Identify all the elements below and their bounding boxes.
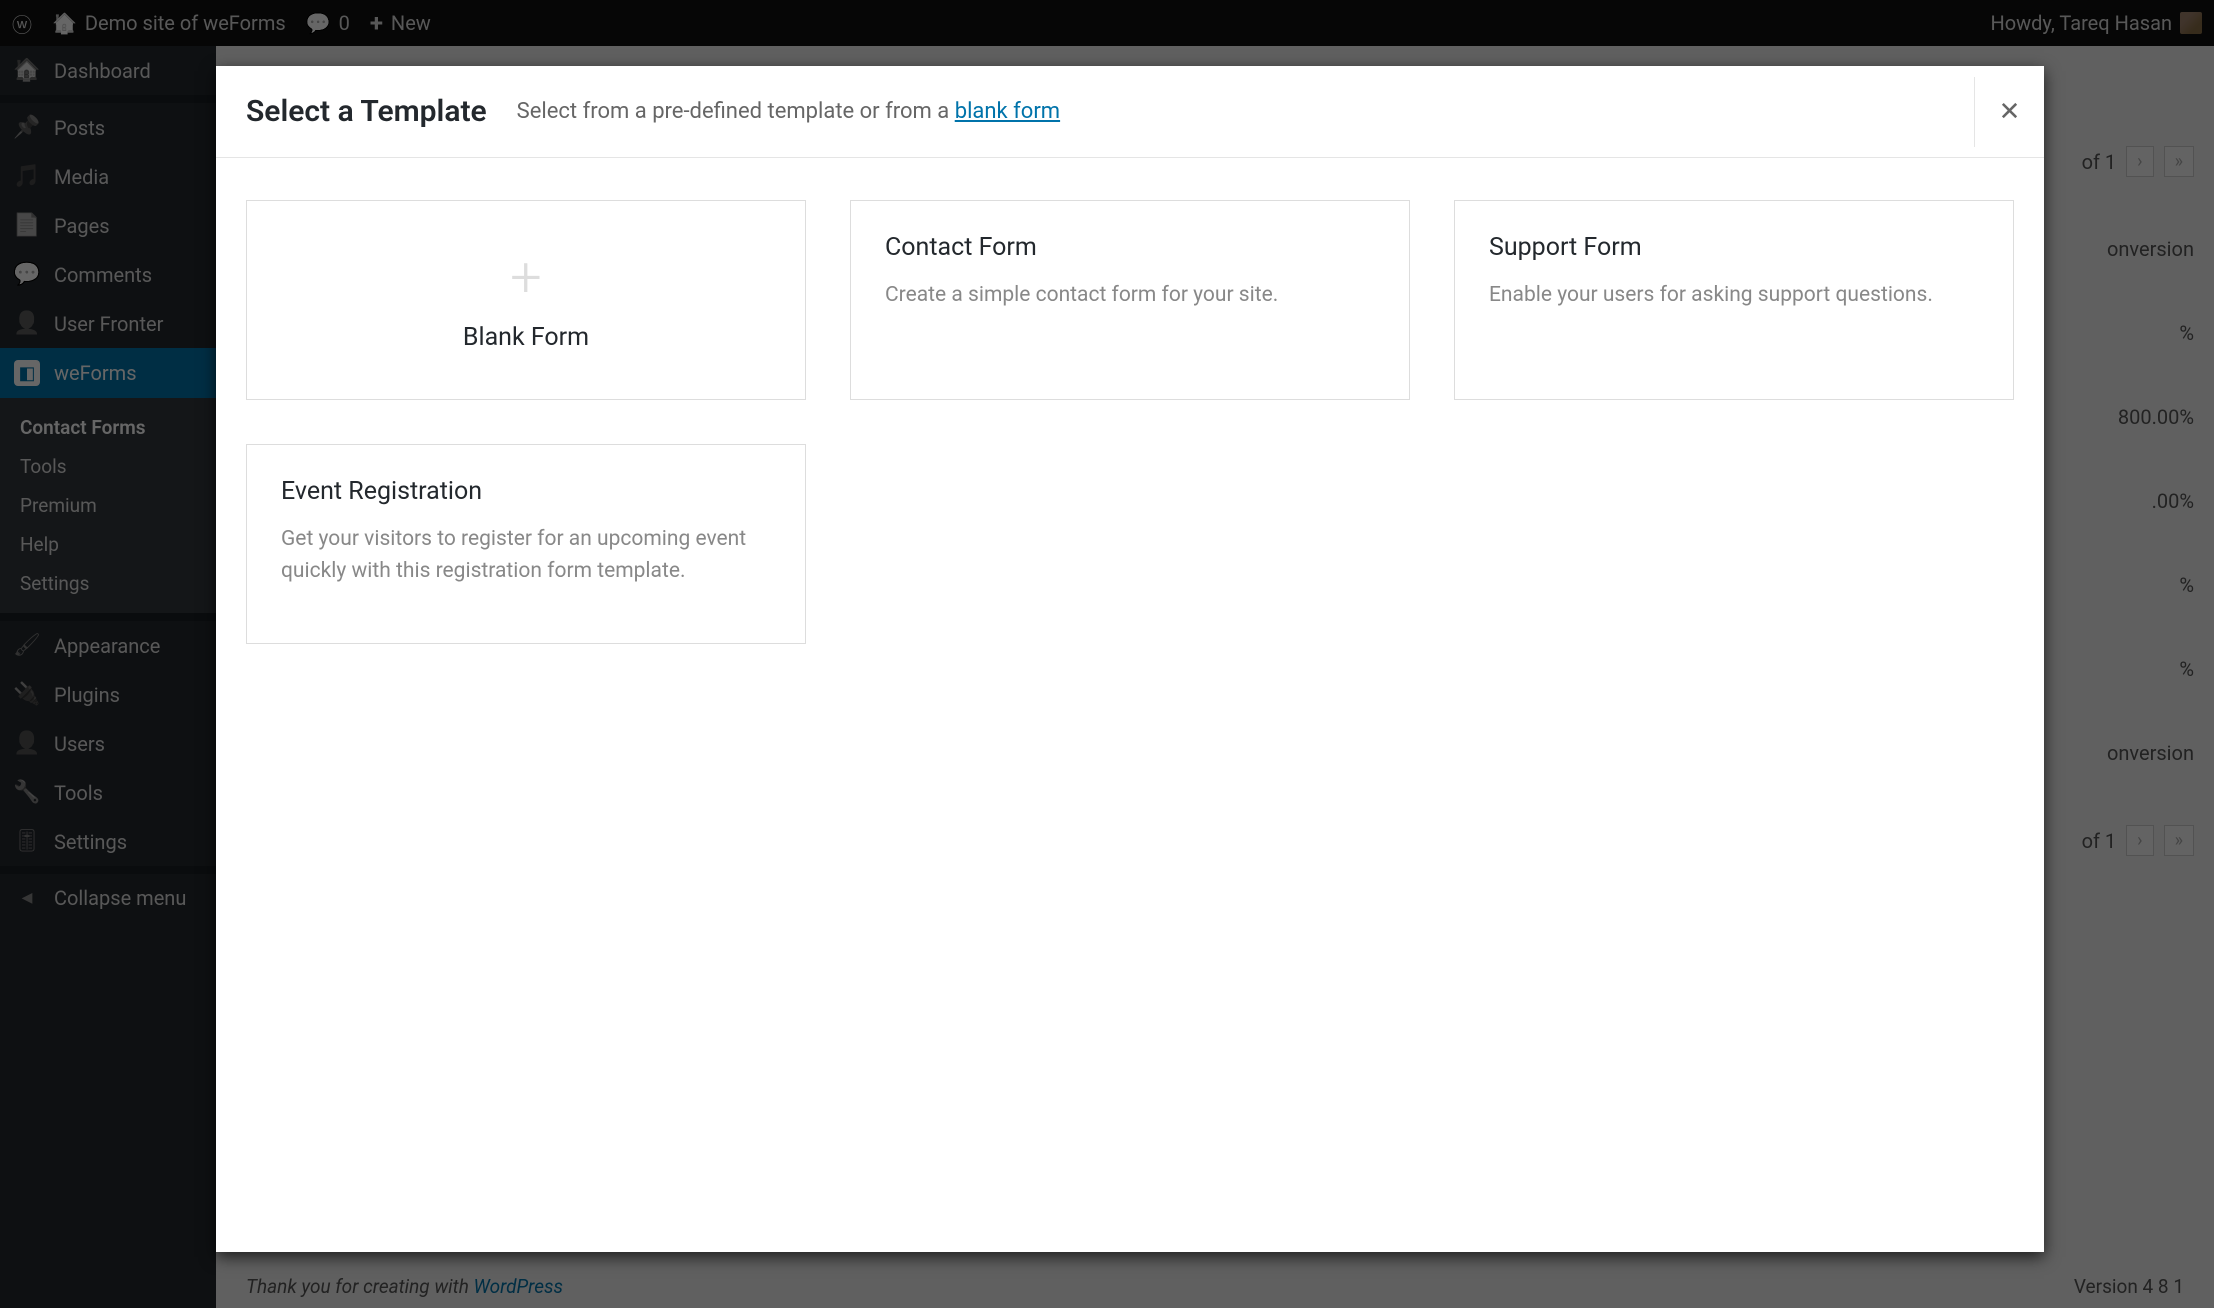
close-icon: ✕	[1999, 97, 2021, 127]
modal-header: Select a Template Select from a pre-defi…	[216, 66, 2044, 158]
modal-subtitle: Select from a pre-defined template or fr…	[517, 99, 1060, 124]
template-card-contact[interactable]: Contact Form Create a simple contact for…	[850, 200, 1410, 400]
subtitle-prefix: Select from a pre-defined template or fr…	[517, 99, 955, 124]
template-modal: Select a Template Select from a pre-defi…	[216, 66, 2044, 1252]
modal-title: Select a Template	[246, 94, 487, 129]
template-title: Event Registration	[281, 477, 771, 506]
template-desc: Get your visitors to register for an upc…	[281, 524, 771, 587]
plus-icon: +	[510, 249, 542, 305]
modal-body: + Blank Form Contact Form Create a simpl…	[216, 158, 2044, 686]
blank-form-link[interactable]: blank form	[955, 99, 1060, 124]
template-title: Contact Form	[885, 233, 1375, 262]
modal-close-button[interactable]: ✕	[1974, 77, 2044, 147]
template-card-support[interactable]: Support Form Enable your users for askin…	[1454, 200, 2014, 400]
template-card-event[interactable]: Event Registration Get your visitors to …	[246, 444, 806, 644]
template-desc: Create a simple contact form for your si…	[885, 280, 1375, 312]
template-title: Blank Form	[463, 323, 589, 352]
template-title: Support Form	[1489, 233, 1979, 262]
template-desc: Enable your users for asking support que…	[1489, 280, 1979, 312]
template-card-blank[interactable]: + Blank Form	[246, 200, 806, 400]
